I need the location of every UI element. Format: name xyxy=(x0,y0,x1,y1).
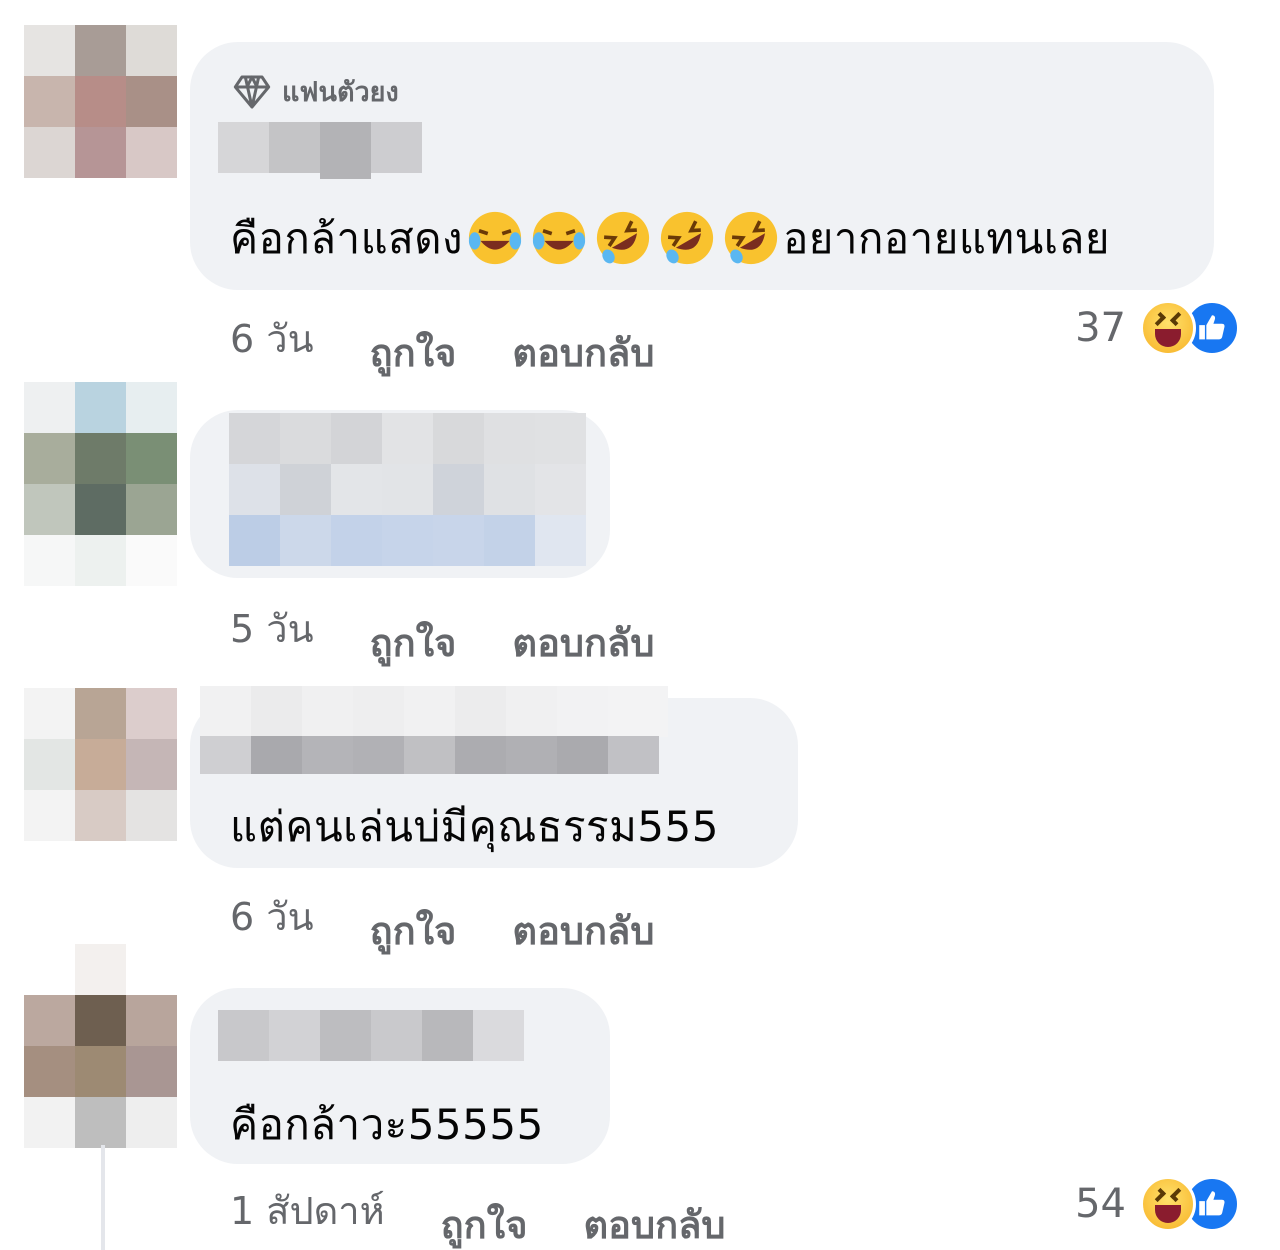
like-button[interactable]: ถูกใจ xyxy=(370,612,457,673)
comment-text: แต่คนเล่นบ่มีคุณธรรม555 xyxy=(230,802,719,851)
like-button[interactable]: ถูกใจ xyxy=(370,322,457,383)
comment-meta: 6 วัน ถูกใจ ตอบกลับ xyxy=(230,886,710,953)
blurred-username[interactable] xyxy=(218,122,422,179)
reaction-summary[interactable]: 54 xyxy=(1075,1176,1240,1232)
comment-time[interactable]: 5 วัน xyxy=(230,598,314,659)
tears-of-joy-emoji xyxy=(468,211,522,264)
rolling-laughing-emoji xyxy=(724,211,778,264)
reply-button[interactable]: ตอบกลับ xyxy=(583,1194,725,1250)
thread-line xyxy=(101,1145,105,1250)
avatar[interactable] xyxy=(24,382,177,586)
comment-text: คือกล้าวะ55555 xyxy=(230,1100,544,1149)
blurred-username[interactable] xyxy=(218,1010,524,1061)
reaction-summary[interactable]: 37 xyxy=(1075,300,1240,356)
reaction-count: 54 xyxy=(1075,1181,1126,1227)
diamond-icon xyxy=(233,75,271,108)
reply-button[interactable]: ตอบกลับ xyxy=(512,612,654,673)
blurred-username[interactable] xyxy=(200,686,668,737)
rolling-laughing-emoji xyxy=(596,211,650,264)
like-button[interactable]: ถูกใจ xyxy=(441,1194,528,1250)
badge-label: แฟนตัวยง xyxy=(282,77,399,108)
comment-text: คือกล้าแสดง อยากอายแทนเลย xyxy=(230,206,1110,272)
rolling-laughing-emoji xyxy=(660,211,714,264)
avatar[interactable] xyxy=(24,25,177,178)
comment-bubble: คือกล้าวะ55555 xyxy=(190,988,610,1164)
tears-of-joy-emoji xyxy=(532,211,586,264)
reply-button[interactable]: ตอบกลับ xyxy=(512,322,654,383)
comment-time[interactable]: 1 สัปดาห์ xyxy=(230,1180,385,1241)
comment-meta: 5 วัน ถูกใจ ตอบกลับ xyxy=(230,598,710,665)
top-fan-badge: แฟนตัวยง xyxy=(232,70,399,113)
like-button[interactable]: ถูกใจ xyxy=(370,900,457,961)
haha-icon xyxy=(1140,300,1196,356)
comment-meta: 1 สัปดาห์ ถูกใจ ตอบกลับ xyxy=(230,1180,782,1247)
blurred-username[interactable] xyxy=(200,736,659,774)
comment-time[interactable]: 6 วัน xyxy=(230,308,314,369)
comment-bubble xyxy=(190,410,610,578)
blurred-comment-text xyxy=(229,413,586,566)
avatar[interactable] xyxy=(24,944,177,1148)
comment-bubble: แต่คนเล่นบ่มีคุณธรรม555 xyxy=(190,686,798,868)
reaction-count: 37 xyxy=(1075,305,1126,351)
haha-icon xyxy=(1140,1176,1196,1232)
avatar[interactable] xyxy=(24,688,177,841)
comment-time[interactable]: 6 วัน xyxy=(230,886,314,947)
reply-button[interactable]: ตอบกลับ xyxy=(512,900,654,961)
comment-bubble: แฟนตัวยง คือกล้าแสดง อยากอายแทนเลย xyxy=(190,42,1214,290)
comment-meta: 6 วัน ถูกใจ ตอบกลับ xyxy=(230,308,710,375)
